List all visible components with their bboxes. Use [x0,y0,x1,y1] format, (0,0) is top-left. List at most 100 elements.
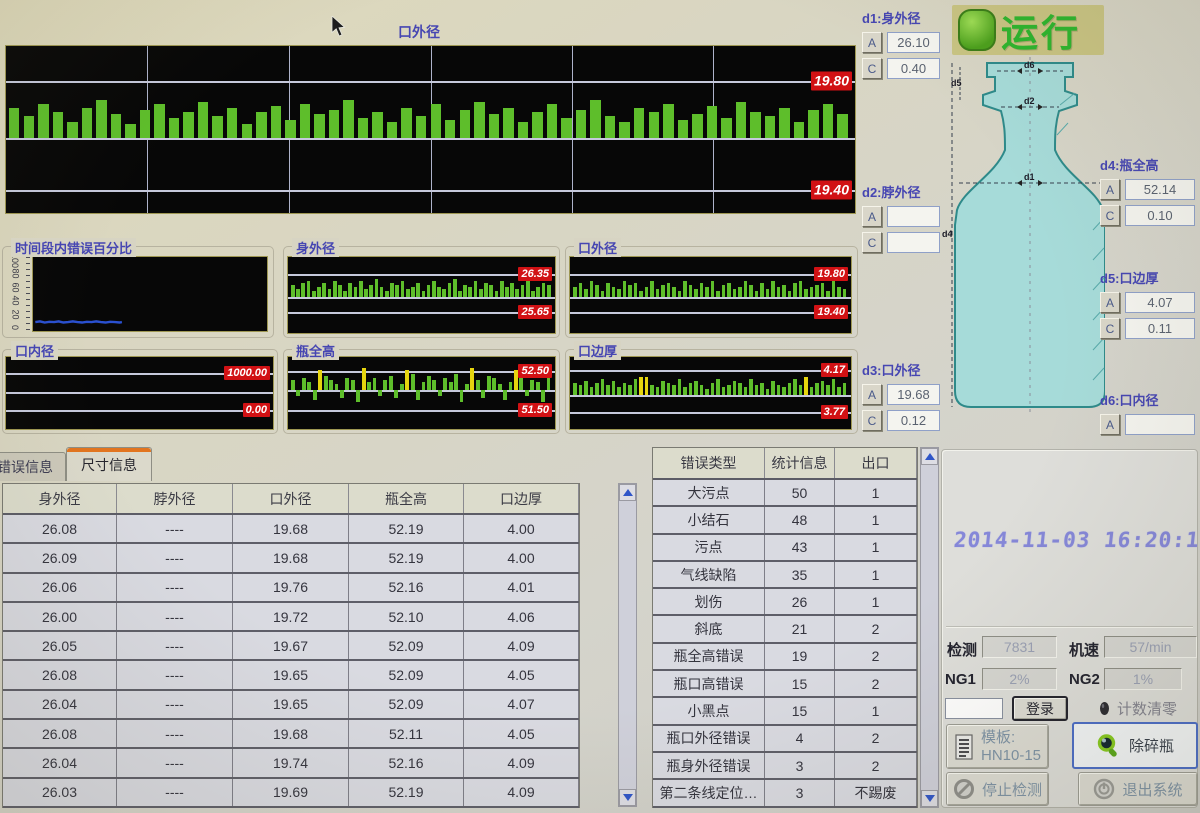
chart-bar [744,281,748,297]
table-row[interactable]: 26.05----19.6752.094.09 [3,632,579,661]
tick-label: 60 [10,282,19,292]
table-row[interactable]: 26.08----19.6852.114.05 [3,720,579,749]
table-row[interactable]: 26.03----19.6952.194.09 [3,779,579,808]
tab-error-info[interactable]: 错误信息 [0,452,66,481]
table-row[interactable]: 瓶口高错误152 [653,671,917,698]
column-header[interactable]: 出口 [835,448,917,478]
exit-system-button[interactable]: 退出系统 [1078,772,1198,806]
table-row[interactable]: 26.08----19.6852.194.00 [3,515,579,544]
chart-bar [307,281,311,297]
chart-bar [169,118,179,138]
dim-key-a[interactable]: A [862,206,882,227]
table-cell: 瓶口高错误 [653,671,765,696]
dim-key-c[interactable]: C [1100,318,1120,339]
table-row[interactable]: 气线缺陷351 [653,562,917,589]
chart-bar [628,285,632,297]
table-row[interactable]: 26.00----19.7252.104.06 [3,603,579,632]
chart-bar [416,390,420,400]
chart-bar [492,378,496,390]
table-row[interactable]: 瓶口外径错误42 [653,726,917,753]
dim-value-a[interactable] [887,206,940,227]
dim-panel-d2: d2:脖外径 A C [862,182,940,253]
table-cell: ---- [117,544,233,571]
table-cell: 21 [765,616,835,641]
table-row[interactable]: 小结石481 [653,507,917,534]
chart-bar [333,281,337,297]
chart-bar [422,382,426,390]
chart-bar [328,289,332,297]
password-input[interactable] [945,698,1003,719]
dim-value-c[interactable]: 0.11 [1125,318,1195,339]
dim-value-a[interactable]: 19.68 [887,384,940,405]
column-header[interactable]: 统计信息 [765,448,835,478]
dim-value-a[interactable]: 52.14 [1125,179,1195,200]
dim-key-a[interactable]: A [1100,414,1120,435]
counter-reset-button[interactable]: 计数清零 [1082,696,1194,720]
chart-bar [542,283,546,297]
chart-bar [296,390,300,396]
chart-bar [518,122,528,138]
dim-key-a[interactable]: A [1100,292,1120,313]
tab-size-info[interactable]: 尺寸信息 [66,447,152,481]
stop-detection-button[interactable]: 停止检测 [946,772,1049,806]
column-header[interactable]: 瓶全高 [349,484,464,513]
table-row[interactable]: 斜底212 [653,616,917,643]
table-cell: 划伤 [653,589,765,614]
chart-bar [705,389,709,395]
table-row[interactable]: 26.06----19.7652.164.01 [3,574,579,603]
chart-bar [322,283,326,297]
scroll-down-button[interactable] [619,789,636,806]
chart-bar [385,291,389,297]
scroll-up-button[interactable] [921,448,938,465]
dim-key-c[interactable]: C [862,232,882,253]
chart-bar [212,116,222,138]
dim-value-a[interactable] [1125,414,1195,435]
column-header[interactable]: 身外径 [3,484,117,513]
chart-bar [343,100,353,138]
dim-key-a[interactable]: A [862,32,882,53]
table-cell: 2 [835,644,917,669]
table-row[interactable]: 划伤261 [653,589,917,616]
dim-value-a[interactable]: 26.10 [887,32,940,53]
chart-bar [438,390,442,396]
dim-value-c[interactable]: 0.12 [887,410,940,431]
scroll-down-button[interactable] [921,790,938,807]
dim-value-a[interactable]: 4.07 [1125,292,1195,313]
table-cell: 26.08 [3,661,117,688]
chart-bar [82,108,92,138]
dim-key-a[interactable]: A [1100,179,1120,200]
main-chart-bars [9,46,852,213]
column-header[interactable]: 口边厚 [464,484,579,513]
dim-value-c[interactable]: 0.10 [1125,205,1195,226]
dim-key-a[interactable]: A [862,384,882,405]
column-header[interactable]: 口外径 [233,484,349,513]
error-table-scrollbar[interactable] [920,447,939,808]
table-row[interactable]: 小黑点151 [653,698,917,725]
table-row[interactable]: 大污点501 [653,480,917,507]
table-row[interactable]: 26.09----19.6852.194.00 [3,544,579,573]
chart-bar [749,379,753,395]
dim-key-c[interactable]: C [1100,205,1120,226]
scroll-up-button[interactable] [619,484,636,501]
template-name: HN10-15 [981,747,1041,765]
table-row[interactable]: 污点431 [653,535,917,562]
dim-key-c[interactable]: C [862,58,882,79]
table-row[interactable]: 第二条线定位…3不踢废 [653,780,917,807]
table-row[interactable]: 26.04----19.7452.164.09 [3,749,579,778]
column-header[interactable]: 脖外径 [117,484,233,513]
table-row[interactable]: 瓶身外径错误32 [653,753,917,780]
table-row[interactable]: 26.04----19.6552.094.07 [3,691,579,720]
column-header[interactable]: 错误类型 [653,448,765,478]
login-button[interactable]: 登录 [1012,696,1068,721]
dim-value-c[interactable] [887,232,940,253]
template-button[interactable]: 模板:HN10-15 [946,724,1049,769]
remove-broken-bottle-button[interactable]: 除碎瓶 [1072,722,1198,769]
dim-key-c[interactable]: C [862,410,882,431]
table-row[interactable]: 26.08----19.6552.094.05 [3,661,579,690]
dim-value-c[interactable]: 0.40 [887,58,940,79]
table-cell: 26.04 [3,749,117,776]
table-row[interactable]: 瓶全高错误192 [653,644,917,671]
size-table-scrollbar[interactable] [618,483,637,807]
chart-bar [460,390,464,402]
counter-reset-label: 计数清零 [1117,698,1177,719]
